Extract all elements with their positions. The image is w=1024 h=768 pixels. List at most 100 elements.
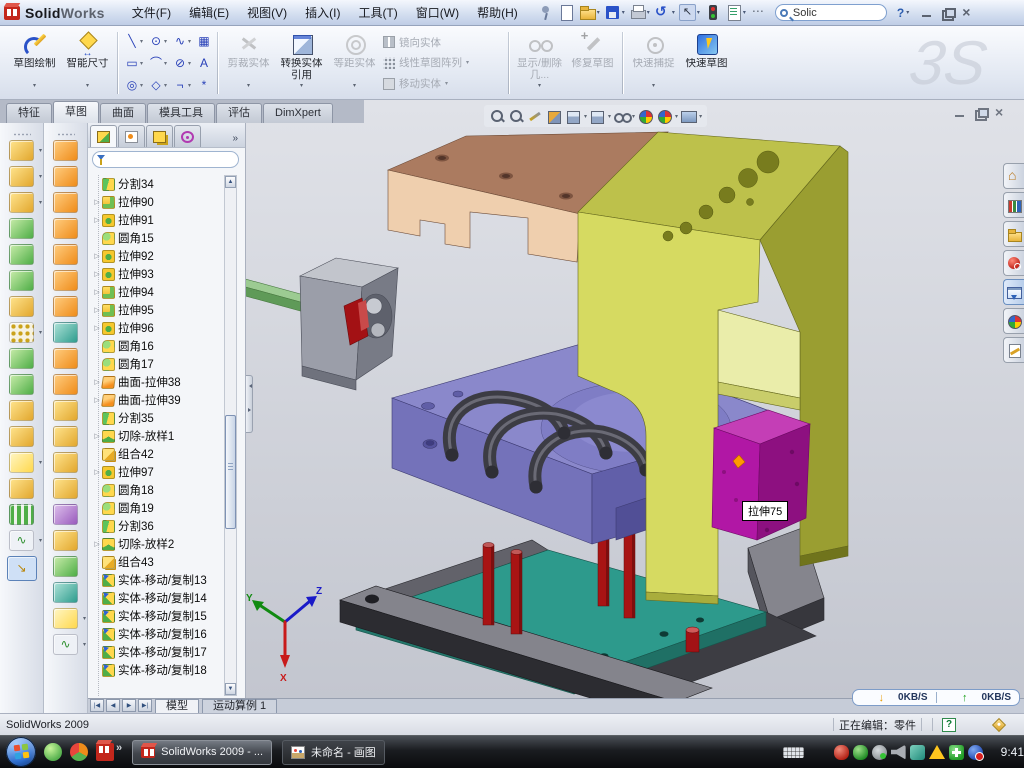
expand-arrow-icon[interactable]: ▷: [92, 540, 102, 548]
model-tab-运动算例 1[interactable]: 运动算例 1: [202, 699, 277, 713]
save-button[interactable]: ▾: [604, 4, 625, 21]
smart-dimension-button[interactable]: 智能尺寸▾: [61, 29, 114, 97]
tree-item[interactable]: ▷拉伸94: [90, 283, 222, 301]
expand-arrow-icon[interactable]: ▷: [92, 198, 102, 206]
tree-item[interactable]: 实体-移动/复制18: [90, 661, 222, 679]
rapid-sketch-button[interactable]: 快速草图: [680, 29, 733, 97]
sketch-entity-icon[interactable]: ⌒: [148, 54, 164, 72]
filter-wand-icon[interactable]: [527, 108, 544, 125]
keyboard-tray-icon[interactable]: [783, 747, 804, 758]
tree-item[interactable]: ▷拉伸96: [90, 319, 222, 337]
tree-item[interactable]: 实体-移动/复制14: [90, 589, 222, 607]
tree-item[interactable]: 实体-移动/复制15: [90, 607, 222, 625]
expand-arrow-icon[interactable]: ▷: [92, 288, 102, 296]
display-style-icon[interactable]: [589, 108, 606, 125]
view-settings-icon[interactable]: [680, 108, 697, 125]
offset-surface-button[interactable]: [44, 504, 87, 525]
convert-entities-button[interactable]: 转换实体引用▾: [275, 29, 328, 97]
fillet-button[interactable]: ▾: [0, 192, 43, 213]
delete-face-button[interactable]: [44, 400, 87, 421]
tree-item[interactable]: 圆角17: [90, 355, 222, 373]
doc-restore-button[interactable]: [972, 106, 988, 120]
taskpane-tab-search[interactable]: [1003, 250, 1024, 276]
replace-face-button[interactable]: [44, 426, 87, 447]
parting-line-button[interactable]: [44, 140, 87, 161]
sketch-entity-icon[interactable]: ▦: [196, 32, 212, 50]
sketch-entity-icon[interactable]: ◎: [124, 76, 140, 94]
reference-geometry-button[interactable]: ▾: [0, 452, 43, 473]
tree-item[interactable]: 分割34: [90, 175, 222, 193]
sketch-entity-icon[interactable]: ▭: [124, 54, 140, 72]
minimize-button[interactable]: [919, 6, 935, 20]
taskpane-tab-design-library[interactable]: [1003, 192, 1024, 218]
radiate-surface-button[interactable]: [44, 530, 87, 551]
hide-show-items-icon[interactable]: [613, 108, 630, 125]
lofted-boss-button[interactable]: [0, 244, 43, 265]
menubar-item[interactable]: 工具(T): [349, 1, 406, 24]
scroll-down-button[interactable]: ▼: [225, 683, 236, 695]
panel-tab-feature-manager[interactable]: [90, 125, 117, 147]
extend-surface-button[interactable]: [44, 374, 87, 395]
point-button[interactable]: ▾: [44, 608, 87, 629]
menubar-item[interactable]: 编辑(E): [180, 1, 238, 24]
open-button[interactable]: ▾: [579, 4, 600, 21]
tree-item[interactable]: 实体-移动/复制17: [90, 643, 222, 661]
curve-button[interactable]: ▾: [0, 530, 43, 551]
tooling-split-button[interactable]: [44, 270, 87, 291]
panel-tab-configuration-manager[interactable]: [146, 125, 173, 147]
menubar-item[interactable]: 视图(V): [238, 1, 296, 24]
scroll-thumb[interactable]: [225, 415, 236, 529]
taskpane-tab-custom-properties[interactable]: [1003, 337, 1024, 363]
boundary-boss-button[interactable]: [0, 270, 43, 291]
panel-tab-dimxpert-manager[interactable]: [174, 125, 201, 147]
tree-item[interactable]: ▷曲面-拉伸39: [90, 391, 222, 409]
taskpane-tab-view-palette[interactable]: [1003, 279, 1024, 305]
tree-item[interactable]: ▷曲面-拉伸38: [90, 373, 222, 391]
shut-off-surface-button[interactable]: [44, 244, 87, 265]
sketch-entity-icon[interactable]: A: [196, 54, 212, 72]
expand-arrow-icon[interactable]: ▷: [92, 396, 102, 404]
plane-button[interactable]: [0, 478, 43, 499]
ribbon-tab-模具工具[interactable]: 模具工具: [147, 103, 215, 123]
sketch-button[interactable]: 草图绘制▾: [8, 29, 61, 97]
panel-splitter-handle[interactable]: [246, 375, 253, 433]
zoom-to-area-icon[interactable]: [508, 108, 525, 125]
quick-launch-overflow[interactable]: »: [116, 742, 122, 754]
tree-item[interactable]: ▷拉伸95: [90, 301, 222, 319]
sketch-entity-icon[interactable]: ∿: [172, 32, 188, 50]
section-view-icon[interactable]: [546, 108, 563, 125]
menubar-item[interactable]: 帮助(H): [468, 1, 527, 24]
tree-item[interactable]: 分割36: [90, 517, 222, 535]
sketch-entity-icon[interactable]: *: [196, 76, 212, 94]
tree-item[interactable]: 圆角19: [90, 499, 222, 517]
solidworks-quicklaunch-icon[interactable]: [96, 743, 114, 761]
untrim-surface-button[interactable]: [44, 452, 87, 473]
split-button[interactable]: [0, 348, 43, 369]
zoom-to-fit-icon[interactable]: [489, 108, 506, 125]
tree-item[interactable]: 圆角18: [90, 481, 222, 499]
expand-arrow-icon[interactable]: ▷: [92, 378, 102, 386]
sketch-entity-icon[interactable]: ◇: [148, 76, 164, 94]
linear-sketch-pattern-button[interactable]: 线性草图阵列▾: [383, 54, 503, 72]
restore-button[interactable]: [939, 6, 955, 20]
close-button[interactable]: [959, 6, 975, 20]
sketch-entity-icon[interactable]: ¬: [172, 76, 188, 94]
print-button[interactable]: ▾: [629, 4, 650, 21]
pin-button[interactable]: [537, 4, 554, 21]
update-tray-icon[interactable]: [872, 745, 887, 760]
tree-item[interactable]: ▷拉伸91: [90, 211, 222, 229]
edit-appearance-icon[interactable]: [637, 108, 654, 125]
expand-arrow-icon[interactable]: ▷: [92, 270, 102, 278]
expand-arrow-icon[interactable]: ▷: [92, 324, 102, 332]
axis-button[interactable]: [0, 504, 43, 525]
search-box[interactable]: Solic: [775, 4, 887, 21]
model-tab-模型[interactable]: 模型: [155, 699, 199, 713]
tree-vertical-scrollbar[interactable]: ▲ ▼: [224, 175, 237, 696]
options-button[interactable]: ▾: [725, 4, 746, 21]
parting-surface-button[interactable]: [44, 218, 87, 239]
filled-surface-button[interactable]: [44, 556, 87, 577]
tree-item[interactable]: ▷拉伸93: [90, 265, 222, 283]
expand-arrow-icon[interactable]: ▷: [92, 306, 102, 314]
extruded-boss-button[interactable]: ▾: [0, 140, 43, 161]
ribbon-tab-特征[interactable]: 特征: [6, 103, 52, 123]
